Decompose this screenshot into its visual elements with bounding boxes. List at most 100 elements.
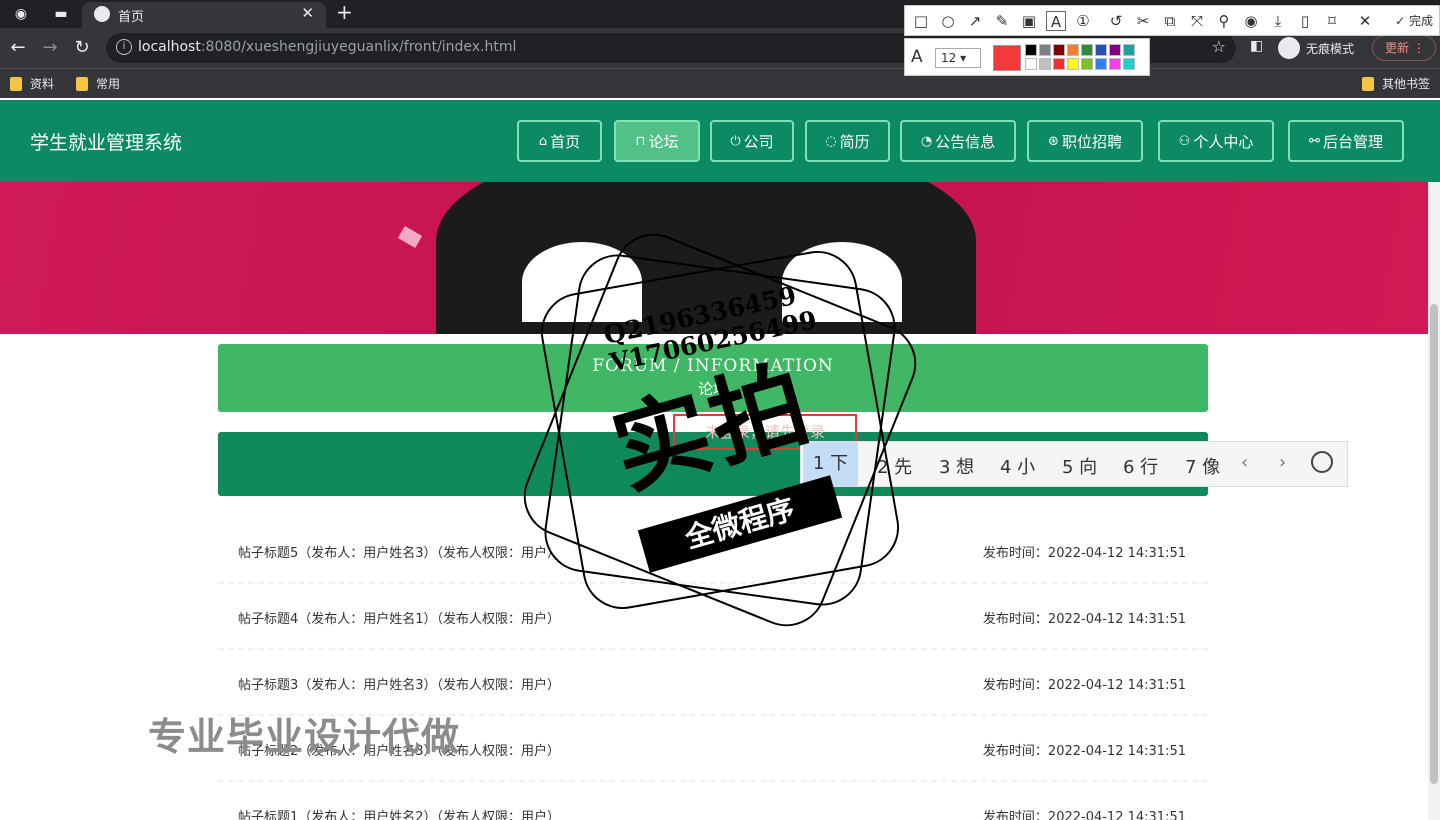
record-icon[interactable]: ◉ (1241, 11, 1261, 31)
browser-menu-icon[interactable]: ◉ (12, 5, 30, 23)
nav-company[interactable]: ⏻ 公司 (710, 120, 794, 162)
close-icon[interactable]: ✕ (301, 4, 314, 22)
color-swatch[interactable] (1053, 58, 1065, 70)
font-size-select[interactable]: 12 ▾ (935, 48, 981, 68)
ime-candidate[interactable]: 6 行 (1123, 453, 1158, 479)
color-swatch[interactable] (1095, 44, 1107, 56)
nav-notice[interactable]: ◔ 公告信息 (900, 120, 1016, 162)
snip-font-panel: A 12 ▾ (904, 38, 1150, 76)
info-icon[interactable]: i (116, 39, 132, 55)
ime-candidate[interactable]: 7 像 (1185, 453, 1220, 479)
ime-candidate[interactable]: 2 先 (877, 453, 912, 479)
phone-icon[interactable]: ▯ (1295, 11, 1315, 31)
watermark-bottom-text: 专业毕业设计代做 (148, 715, 461, 759)
mosaic-icon[interactable]: ▣ (1019, 11, 1039, 31)
pin-icon[interactable]: ⚲ (1214, 11, 1234, 31)
user-icon: ⚇ (1178, 133, 1191, 149)
scrollbar-thumb[interactable] (1430, 304, 1438, 784)
ime-candidate[interactable]: 3 想 (939, 453, 974, 479)
post-time: 发布时间：2022-04-12 14:31:51 (982, 612, 1186, 627)
color-swatch[interactable] (1025, 58, 1037, 70)
resume-icon: ◌ (825, 133, 837, 149)
banner-cat-eye (522, 242, 642, 322)
expand-icon[interactable]: ⤧ (1187, 11, 1207, 31)
color-palette (1025, 44, 1135, 70)
nav-jobs[interactable]: ⊛ 职位招聘 (1027, 120, 1143, 162)
ime-candidate[interactable]: 1 下 (803, 442, 859, 486)
reload-icon[interactable]: ↻ (70, 36, 94, 60)
nav-user-center[interactable]: ⚇ 个人中心 (1158, 120, 1274, 162)
incognito-indicator[interactable]: 无痕模式 (1278, 35, 1354, 61)
bookmark-star-icon[interactable]: ☆ (1212, 37, 1226, 56)
ime-candidate[interactable]: 4 小 (1000, 453, 1035, 479)
color-swatch[interactable] (1123, 44, 1135, 56)
color-swatch[interactable] (1109, 58, 1121, 70)
chevron-left-icon[interactable]: ‹ (1241, 452, 1248, 473)
forward-icon[interactable]: → (38, 36, 62, 60)
post-list: 帖子标题5（发布人：用户姓名3）（发布人权限：用户） 发布时间：2022-04-… (218, 518, 1208, 820)
forum-heading-bar: FORUM / INFORMATION 论坛 (218, 344, 1208, 412)
banner-image (0, 182, 1428, 334)
bookmark-folder[interactable]: 常用 (76, 75, 120, 92)
color-swatch[interactable] (1067, 44, 1079, 56)
post-title[interactable]: 帖子标题1（发布人：用户姓名2）（发布人权限：用户） (238, 806, 560, 820)
folder-icon (10, 76, 22, 91)
current-color[interactable] (993, 45, 1021, 71)
link-icon: ⚯ (1309, 133, 1320, 149)
color-swatch[interactable] (1025, 44, 1037, 56)
download-icon[interactable]: ⤓ (1268, 11, 1288, 31)
color-swatch[interactable] (1053, 44, 1065, 56)
color-swatch[interactable] (1123, 58, 1135, 70)
post-time: 发布时间：2022-04-12 14:31:51 (982, 546, 1186, 561)
banner-cat-graphic (436, 182, 976, 334)
folder-icon (1362, 76, 1374, 91)
nav-admin[interactable]: ⚯ 后台管理 (1288, 120, 1404, 162)
emoji-icon[interactable] (1311, 451, 1333, 473)
update-button[interactable]: 更新 ⋮ (1372, 35, 1436, 61)
post-title[interactable]: 帖子标题3（发布人：用户姓名3）（发布人权限：用户） (238, 674, 560, 693)
arrow-icon[interactable]: ↗ (965, 11, 985, 31)
chevron-right-icon[interactable]: › (1279, 452, 1286, 473)
incognito-icon (1278, 37, 1300, 59)
post-title[interactable]: 帖子标题4（发布人：用户姓名1）（发布人权限：用户） (238, 608, 560, 627)
sidepanel-icon[interactable]: ◧ (1250, 38, 1263, 54)
color-swatch[interactable] (1081, 44, 1093, 56)
other-bookmarks[interactable]: 其他书签 (1362, 75, 1430, 92)
browser-tab[interactable]: 首页 ✕ (82, 2, 326, 28)
bookmarks-bar: 资料 常用 其他书签 (0, 68, 1440, 98)
list-item[interactable]: 帖子标题4（发布人：用户姓名1）（发布人权限：用户） 发布时间：2022-04-… (218, 584, 1208, 650)
color-swatch[interactable] (1095, 58, 1107, 70)
nav-resume[interactable]: ◌ 简历 (805, 120, 890, 162)
number-icon[interactable]: ① (1073, 11, 1093, 31)
color-swatch[interactable] (1039, 58, 1051, 70)
bookmark-icon[interactable]: ⌑ (1322, 11, 1342, 31)
list-item[interactable]: 帖子标题5（发布人：用户姓名3）（发布人权限：用户） 发布时间：2022-04-… (218, 518, 1208, 584)
back-icon[interactable]: ← (6, 36, 30, 60)
tab-search-icon[interactable]: ▬ (52, 5, 70, 23)
cut-icon[interactable]: ✂ (1133, 11, 1153, 31)
rectangle-icon[interactable]: □ (911, 11, 931, 31)
text-tool-icon[interactable]: A (1046, 11, 1066, 31)
banner-cat-eye (782, 242, 902, 322)
globe-icon (94, 6, 110, 22)
color-swatch[interactable] (1039, 44, 1051, 56)
list-item[interactable]: 帖子标题1（发布人：用户姓名2）（发布人权限：用户） 发布时间：2022-04-… (218, 782, 1208, 820)
page-scrollbar[interactable] (1428, 182, 1440, 820)
ime-candidate[interactable]: 5 向 (1062, 453, 1097, 479)
done-button[interactable]: ✓ 完成 (1395, 12, 1433, 29)
bookmark-folder[interactable]: 资料 (10, 75, 54, 92)
color-swatch[interactable] (1067, 58, 1079, 70)
undo-icon[interactable]: ↺ (1106, 11, 1126, 31)
new-tab-icon[interactable]: + (336, 0, 353, 24)
color-swatch[interactable] (1109, 44, 1121, 56)
pen-icon[interactable]: ✎ (992, 11, 1012, 31)
site-title: 学生就业管理系统 (30, 132, 183, 154)
color-swatch[interactable] (1081, 58, 1093, 70)
post-time: 发布时间：2022-04-12 14:31:51 (982, 678, 1186, 693)
nav-forum[interactable]: ⊓ 论坛 (614, 120, 700, 162)
post-title[interactable]: 帖子标题5（发布人：用户姓名3）（发布人权限：用户） (238, 542, 560, 561)
nav-home[interactable]: ⌂ 首页 (517, 120, 602, 162)
ellipse-icon[interactable]: ○ (938, 11, 958, 31)
cancel-icon[interactable]: ✕ (1355, 11, 1375, 31)
translate-icon[interactable]: ⧉ (1160, 11, 1180, 31)
